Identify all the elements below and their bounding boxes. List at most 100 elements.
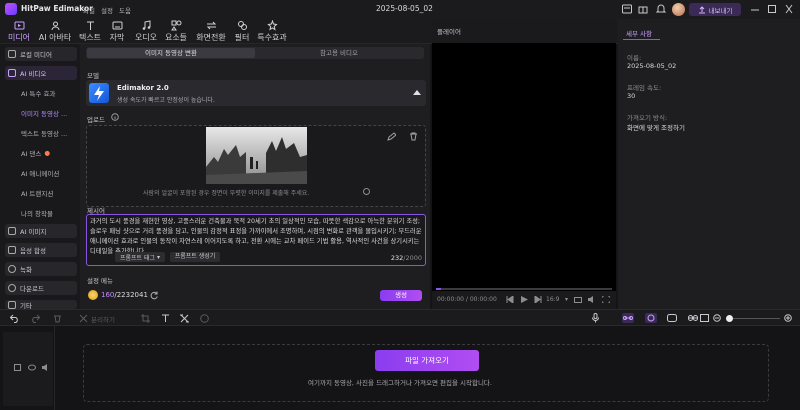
time-current: 00:00:00 bbox=[437, 296, 464, 303]
tab-text[interactable]: 텍스트 bbox=[77, 20, 103, 42]
tab-subtitle-label: 자막 bbox=[109, 33, 125, 42]
avatar[interactable] bbox=[672, 3, 685, 16]
tab-effects[interactable]: 특수효과 bbox=[255, 20, 289, 42]
sidebar-item-label: AI 이미지 bbox=[20, 228, 47, 236]
zoom-slider[interactable] bbox=[726, 315, 780, 322]
title-bar: HitPaw Edimakor 파일 설정 도움 2025-08-05_02 내… bbox=[0, 0, 800, 19]
char-counter: 232/2000 bbox=[391, 254, 422, 262]
zoom-out-icon[interactable] bbox=[713, 314, 721, 322]
seek-bar[interactable] bbox=[436, 288, 612, 290]
import-file-button[interactable]: 파일 가져오기 bbox=[375, 350, 479, 371]
ai-avatar-icon bbox=[50, 20, 61, 31]
prompt-generator-button[interactable]: 프롬프트 생성기 bbox=[170, 252, 220, 262]
play-icon[interactable] bbox=[521, 296, 528, 303]
sidebar-item-more[interactable]: 기타 bbox=[5, 300, 77, 309]
sidebar-sub-text-to-video[interactable]: 텍스트 동영상 ... bbox=[5, 126, 77, 140]
undo-icon[interactable] bbox=[10, 314, 20, 323]
sidebar-item-record[interactable]: 녹화 bbox=[5, 262, 77, 276]
volume-icon[interactable] bbox=[588, 296, 596, 303]
collapse-icon[interactable] bbox=[413, 89, 421, 95]
prompt-textarea[interactable]: 과거의 도시 풍경을 재현한 영상, 고풍스러운 건축물과 북적 20세기 초의… bbox=[86, 214, 426, 266]
delete-icon[interactable] bbox=[409, 132, 418, 141]
video-preview[interactable] bbox=[432, 43, 616, 291]
tab-media[interactable]: 미디어 bbox=[4, 20, 34, 42]
elements-icon bbox=[170, 20, 182, 31]
tab-audio[interactable]: 오디오 bbox=[133, 20, 159, 42]
screenshot-icon[interactable] bbox=[574, 296, 582, 303]
tab-ai-avatar[interactable]: AI 아바타 bbox=[38, 20, 72, 42]
tab-ai-avatar-label: AI 아바타 bbox=[38, 33, 72, 42]
sidebar-item-ai-video[interactable]: AI 비디오 bbox=[5, 66, 77, 80]
aspect-ratio-select[interactable]: 16:9 bbox=[546, 296, 559, 303]
link-icon[interactable] bbox=[645, 313, 657, 323]
close-icon[interactable] bbox=[784, 3, 800, 17]
hint-info-icon bbox=[363, 188, 370, 195]
menu-settings[interactable]: 설정 bbox=[101, 5, 113, 15]
name-label: 이름: bbox=[627, 54, 642, 62]
mute-icon[interactable] bbox=[42, 364, 49, 371]
char-count: 232 bbox=[390, 254, 404, 262]
subtitle-icon bbox=[112, 20, 123, 31]
next-frame-icon[interactable] bbox=[534, 296, 542, 303]
sidebar-sub-ai-effects[interactable]: AI 특수 효과 bbox=[5, 86, 77, 100]
track-icon bbox=[14, 364, 21, 371]
zoom-in-icon[interactable] bbox=[784, 314, 792, 322]
sidebar-item-label: 음성 합성 bbox=[20, 247, 46, 255]
fullscreen-icon[interactable] bbox=[602, 296, 610, 303]
export-icon bbox=[698, 5, 706, 14]
crop-icon[interactable] bbox=[141, 314, 150, 323]
magnet-icon[interactable] bbox=[622, 313, 634, 323]
sidebar-item-speech[interactable]: 음성 합성 bbox=[5, 243, 77, 257]
filter-icon bbox=[237, 20, 248, 31]
redo-icon[interactable] bbox=[30, 314, 40, 323]
mic-icon[interactable] bbox=[591, 313, 600, 323]
chain-icon[interactable] bbox=[688, 314, 698, 322]
time-total: 00:00:00 bbox=[469, 296, 497, 303]
export-button[interactable]: 내보내기 bbox=[689, 3, 741, 16]
edit-icon[interactable] bbox=[387, 132, 396, 141]
track-link-icon[interactable] bbox=[667, 314, 677, 322]
tab-elements[interactable]: 요소들 bbox=[163, 20, 189, 42]
minimize-icon[interactable] bbox=[750, 3, 766, 17]
notification-icon[interactable] bbox=[655, 3, 671, 17]
transform-icon[interactable] bbox=[180, 314, 189, 323]
split-icon[interactable] bbox=[79, 314, 88, 323]
menu-help[interactable]: 도움 bbox=[119, 5, 131, 15]
sidebar-sub-ai-animation[interactable]: AI 애니메이션 bbox=[5, 166, 77, 180]
prompt-text: 과거의 도시 풍경을 재현한 영상, 고풍스러운 건축물과 북적 20세기 초의… bbox=[90, 218, 422, 254]
model-selector[interactable]: Edimakor 2.0 생성 속도가 빠르고 안정성이 높습니다. bbox=[86, 80, 426, 106]
prev-frame-icon[interactable] bbox=[506, 296, 514, 303]
sidebar-item-download[interactable]: 다운로드 bbox=[5, 281, 77, 295]
generate-button[interactable]: 생성 bbox=[380, 290, 422, 301]
delete-clip-icon[interactable] bbox=[53, 314, 62, 323]
shop-icon[interactable] bbox=[621, 3, 637, 17]
tab-image-to-video[interactable]: 이미지 동영상 변환 bbox=[87, 48, 255, 58]
upload-area[interactable]: 사람의 얼굴이 포함된 경우 정면이 뚜렷한 이미지를 제출해 주세요. bbox=[86, 125, 426, 207]
fit-icon[interactable] bbox=[700, 314, 709, 322]
tab-subtitle[interactable]: 자막 bbox=[106, 20, 128, 42]
visibility-icon[interactable] bbox=[28, 364, 36, 371]
speed-icon[interactable] bbox=[200, 314, 209, 323]
tab-details[interactable]: 세부 사항 bbox=[626, 28, 652, 38]
prompt-tag-button[interactable]: 프롬프트 태그 ▾ bbox=[115, 252, 165, 262]
menu-file[interactable]: 파일 bbox=[83, 5, 95, 15]
info-icon bbox=[111, 113, 119, 121]
zoom-slider-thumb[interactable] bbox=[726, 315, 733, 322]
tab-transition[interactable]: 화면전환 bbox=[193, 20, 229, 42]
refresh-icon[interactable] bbox=[149, 290, 159, 300]
sidebar-sub-my-creations[interactable]: 나의 창작물 bbox=[5, 206, 77, 220]
sidebar-sub-ai-dance[interactable]: AI 댄스 ● bbox=[5, 146, 77, 160]
credits-total: /2232041 bbox=[114, 291, 148, 299]
gift-icon[interactable] bbox=[637, 3, 653, 17]
text-tool-icon[interactable] bbox=[161, 314, 170, 323]
sidebar-sub-ai-transition[interactable]: AI 트랜지션 bbox=[5, 186, 77, 200]
timeline: 파일 가져오기 여기까지 동영상, 사진을 드래그하거나 가져오면 편집을 시작… bbox=[0, 326, 800, 410]
sidebar-item-local-media[interactable]: 로컬 미디어 bbox=[5, 47, 77, 61]
sidebar-item-ai-image[interactable]: AI 이미지 bbox=[5, 224, 77, 238]
tab-effects-label: 특수효과 bbox=[257, 33, 287, 42]
maximize-icon[interactable] bbox=[767, 3, 783, 17]
tab-reference-video[interactable]: 참고용 비디오 bbox=[255, 48, 423, 58]
sidebar-sub-image-to-video[interactable]: 이미지 동영상 ... bbox=[5, 106, 77, 120]
audio-icon bbox=[141, 20, 152, 31]
tab-filter[interactable]: 필터 bbox=[232, 20, 252, 42]
